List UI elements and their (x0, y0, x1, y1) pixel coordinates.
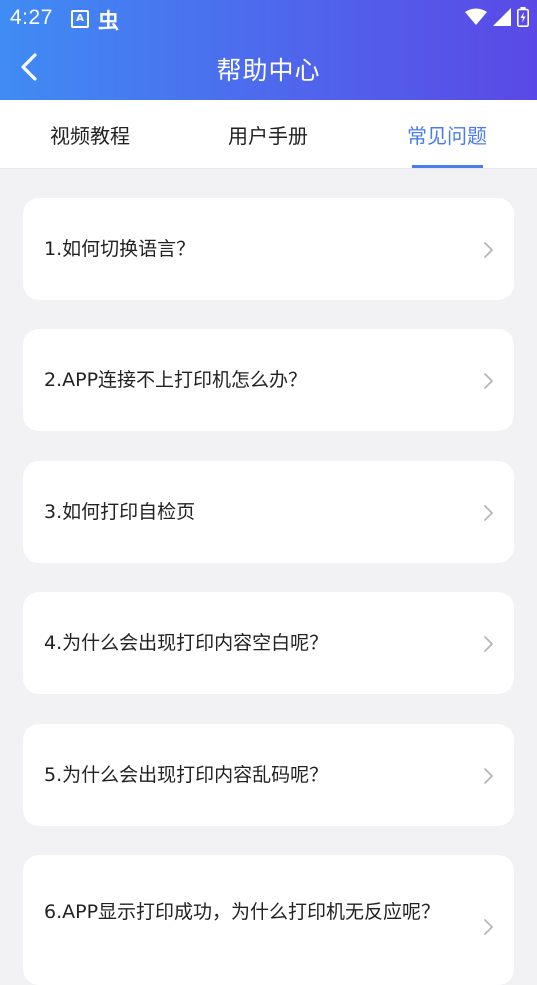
faq-question: 6.APP显示打印成功，为什么打印机无反应呢？ (44, 901, 441, 923)
status-icons (465, 7, 529, 27)
signal-icon (493, 8, 511, 26)
faq-question: 1.如何切换语言？ (44, 238, 196, 260)
faq-question: 4.为什么会出现打印内容空白呢？ (44, 632, 329, 654)
faq-question: 2.APP连接不上打印机怎么办？ (44, 369, 308, 391)
tab-video-tutorial[interactable]: 视频教程 (20, 100, 160, 168)
chevron-right-icon (484, 919, 493, 935)
bug-icon: 虫 (98, 9, 119, 33)
faq-question: 3.如何打印自检页 (44, 501, 196, 523)
chevron-right-icon (484, 242, 493, 258)
battery-icon (517, 7, 529, 27)
tab-user-manual[interactable]: 用户手册 (198, 100, 338, 168)
status-time: 4:27 (10, 6, 53, 29)
tab-faq[interactable]: 常见问题 (377, 100, 517, 168)
wifi-icon (465, 8, 487, 25)
faq-item-2[interactable]: 2.APP连接不上打印机怎么办？ (23, 329, 514, 431)
chevron-right-icon (484, 373, 493, 389)
status-bar: 4:27 A 虫 (0, 0, 537, 38)
faq-item-4[interactable]: 4.为什么会出现打印内容空白呢？ (23, 592, 514, 694)
chevron-right-icon (484, 768, 493, 784)
faq-item-3[interactable]: 3.如何打印自检页 (23, 461, 514, 563)
chevron-right-icon (484, 636, 493, 652)
tab-bar: 视频教程 用户手册 常见问题 (0, 100, 537, 169)
active-tab-indicator (412, 165, 483, 168)
faq-item-6[interactable]: 6.APP显示打印成功，为什么打印机无反应呢？ (23, 855, 514, 985)
page-title: 帮助中心 (216, 56, 321, 85)
faq-question: 5.为什么会出现打印内容乱码呢？ (44, 764, 329, 786)
faq-item-1[interactable]: 1.如何切换语言？ (23, 198, 514, 300)
faq-item-5[interactable]: 5.为什么会出现打印内容乱码呢？ (23, 724, 514, 826)
notification-a-icon: A (71, 10, 89, 28)
app-header: 4:27 A 虫 帮助中心 (0, 0, 537, 100)
nav-bar: 帮助中心 (0, 38, 537, 100)
chevron-right-icon (484, 505, 493, 521)
